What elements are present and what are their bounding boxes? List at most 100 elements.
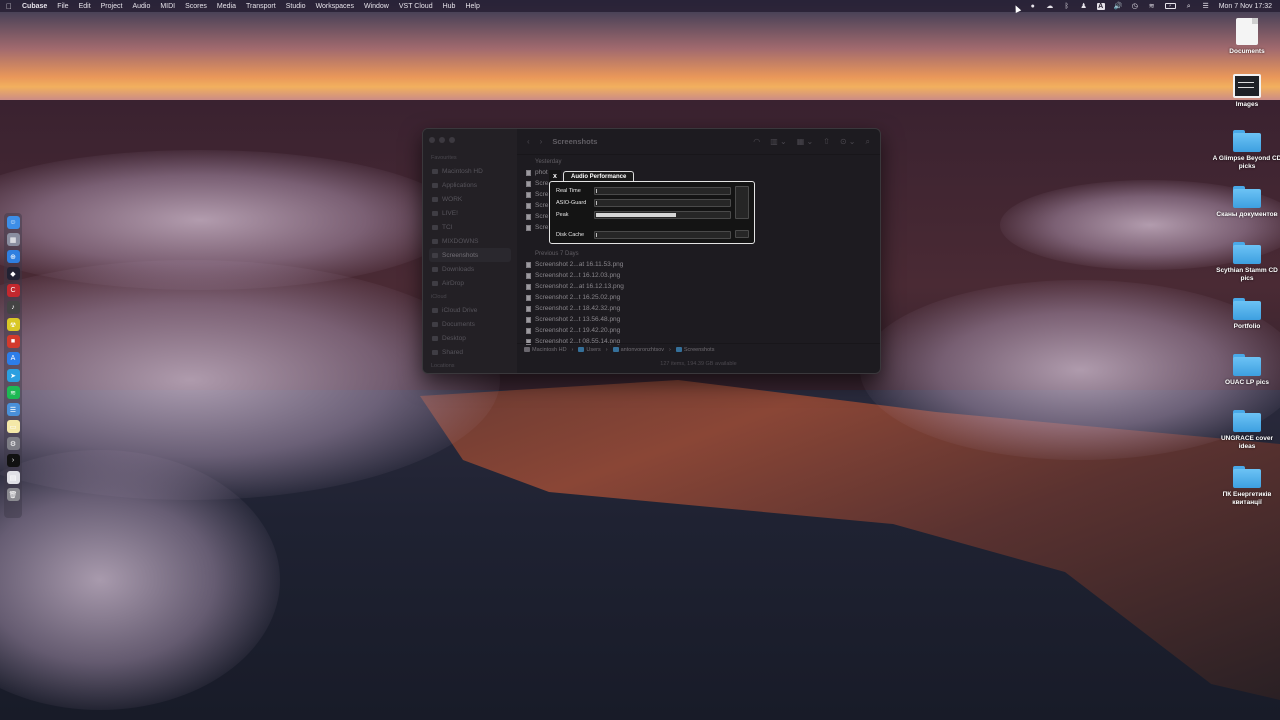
folder-icon <box>432 224 438 230</box>
forward-icon[interactable]: › <box>540 137 543 146</box>
sidebar-item[interactable]: AirDrop <box>429 276 511 290</box>
safari-dock-icon[interactable]: ⊕ <box>6 250 20 263</box>
red-app-dock-icon[interactable]: ■ <box>6 335 20 348</box>
sidebar-item[interactable]: Shared <box>429 345 511 359</box>
desktop-item-label: A Glimpse Beyond CD picks <box>1212 155 1280 170</box>
settings-dock-icon[interactable]: ⚙ <box>6 437 20 450</box>
menu-file[interactable]: File <box>57 3 68 10</box>
preview-dock-icon[interactable]: ▤ <box>6 471 20 484</box>
app-store-dock-icon[interactable]: A <box>6 352 20 365</box>
launchpad-dock-icon[interactable]: ▦ <box>6 233 20 246</box>
audio-app-dock-icon[interactable]: ♪ <box>6 301 20 314</box>
control-center-icon[interactable]: ☰ <box>1202 3 1210 10</box>
cubase-status-icon[interactable]: ● <box>1029 3 1037 10</box>
desktop-item-image[interactable]: Images <box>1212 74 1280 109</box>
apple-icon[interactable]:  <box>6 2 12 11</box>
desktop-item-doc[interactable]: Documents <box>1212 18 1280 56</box>
sidebar-item[interactable]: LIVE! <box>429 206 511 220</box>
close-window-button[interactable] <box>429 137 435 143</box>
file-row[interactable]: Screenshot 2...t 16.25.02.png <box>517 292 880 303</box>
desktop-item-label: Scythian Stamm CD pics <box>1216 267 1278 282</box>
menu-studio[interactable]: Studio <box>286 3 306 10</box>
app-dock-icon[interactable]: ◆ <box>6 267 20 280</box>
path-item[interactable]: Screenshots <box>675 347 714 353</box>
notes-dock-icon[interactable]: ☰ <box>6 403 20 416</box>
finder-window[interactable]: Favourites Macintosh HD Applications WORK L… <box>422 128 881 374</box>
bluetooth-icon[interactable]: ᛒ <box>1063 3 1071 10</box>
app-menu-cubase[interactable]: Cubase <box>22 3 47 10</box>
terminal-dock-icon[interactable]: › <box>6 454 20 467</box>
airdrop-icon[interactable]: ◠ <box>753 137 760 146</box>
user-icon[interactable]: ♟ <box>1080 3 1088 10</box>
battery-icon[interactable]: ⚡ <box>1164 3 1176 9</box>
status-bar: 127 items, 194.39 GB available <box>660 361 737 367</box>
menu-workspaces[interactable]: Workspaces <box>316 3 354 10</box>
file-row[interactable]: Screenshot 2...t 16.12.03.png <box>517 270 880 281</box>
share-icon[interactable]: ⇧ <box>823 137 830 146</box>
radiation-dock-icon[interactable]: ☢ <box>6 318 20 331</box>
finder-dock-icon[interactable]: ☺ <box>6 216 20 229</box>
cloud-icon[interactable]: ☁ <box>1046 3 1054 10</box>
file-icon <box>526 327 531 334</box>
file-row[interactable]: Screenshot 2...t 19.42.20.png <box>517 325 880 336</box>
wifi-icon[interactable]: ≋ <box>1148 3 1156 10</box>
sidebar-item[interactable]: Documents <box>429 317 511 331</box>
desktop-item-folder[interactable]: Сканы документов <box>1212 186 1280 219</box>
sidebar-item[interactable]: WORK <box>429 192 511 206</box>
zoom-window-button[interactable] <box>449 137 455 143</box>
desktop-item-folder[interactable]: UNGRACE cover ideas <box>1212 410 1280 451</box>
path-item[interactable]: antonvoronzhtsov <box>612 347 664 353</box>
audio-performance-panel[interactable]: x Audio Performance Real Time ASIO-Guard P… <box>547 170 755 245</box>
text-input-a-icon[interactable]: A <box>1096 2 1105 10</box>
minimize-window-button[interactable] <box>439 137 445 143</box>
menu-project[interactable]: Project <box>101 3 123 10</box>
file-row[interactable]: Screenshot 2...t 13.56.48.png <box>517 314 880 325</box>
sidebar-item[interactable]: TCI <box>429 220 511 234</box>
desktop-item-folder[interactable]: Portfolio <box>1212 298 1280 331</box>
search-icon[interactable]: ⌕ <box>1185 3 1193 10</box>
desktop-item-label: UNGRACE cover ideas <box>1220 435 1273 450</box>
file-row[interactable]: Screenshot 2...at 16.12.13.png <box>517 281 880 292</box>
sidebar-item[interactable]: Macintosh HD <box>429 164 511 178</box>
spotify-dock-icon[interactable]: ≋ <box>6 386 20 399</box>
sidebar-item[interactable]: Desktop <box>429 331 511 345</box>
menu-hub[interactable]: Hub <box>443 3 456 10</box>
stickies-dock-icon[interactable]: ▭ <box>6 420 20 433</box>
group-icon[interactable]: ▦ ⌄ <box>797 137 813 146</box>
desktop-item-folder[interactable]: ПК Енергетиків квитанції <box>1212 466 1280 507</box>
folder-icon <box>432 349 438 355</box>
search-icon[interactable]: ⌕ <box>866 137 870 147</box>
menu-media[interactable]: Media <box>217 3 236 10</box>
menu-bar-clock[interactable]: Mon 7 Nov 17:32 <box>1219 3 1272 10</box>
menu-window[interactable]: Window <box>364 3 389 10</box>
menu-midi[interactable]: MIDI <box>160 3 175 10</box>
menu-vst-cloud[interactable]: VST Cloud <box>399 3 433 10</box>
menu-scores[interactable]: Scores <box>185 3 207 10</box>
path-item[interactable]: Macintosh HD <box>524 347 567 353</box>
sidebar-item[interactable]: iCloud Drive <box>429 303 511 317</box>
sidebar-item[interactable]: MIXDOWNS <box>429 234 511 248</box>
trash-dock-icon[interactable]: 🗑 <box>6 488 20 501</box>
menu-edit[interactable]: Edit <box>79 3 91 10</box>
file-row[interactable]: Screenshot 2...at 16.11.53.png <box>517 259 880 270</box>
volume-icon[interactable]: 🔊 <box>1114 3 1123 10</box>
sidebar-item[interactable]: Applications <box>429 178 511 192</box>
more-actions-icon[interactable]: ⊙ ⌄ <box>840 137 856 146</box>
sidebar-item[interactable]: Screenshots <box>429 248 511 262</box>
menu-transport[interactable]: Transport <box>246 3 276 10</box>
telegram-dock-icon[interactable]: ➤ <box>6 369 20 382</box>
menu-help[interactable]: Help <box>465 3 479 10</box>
file-row[interactable]: Screenshot 2...t 18.42.32.png <box>517 303 880 314</box>
desktop-item-folder[interactable]: OUAC LP pics <box>1212 354 1280 387</box>
time-machine-icon[interactable]: ◷ <box>1131 3 1139 10</box>
path-item[interactable]: Users <box>578 347 601 353</box>
view-columns-icon[interactable]: ▥ ⌄ <box>770 137 786 146</box>
sidebar-item[interactable]: Downloads <box>429 262 511 276</box>
desktop-item-folder[interactable]: Scythian Stamm CD pics <box>1212 242 1280 283</box>
menu-audio[interactable]: Audio <box>132 3 150 10</box>
cubase-dock-icon[interactable]: C <box>6 284 20 297</box>
back-icon[interactable]: ‹ <box>527 137 530 146</box>
chevron-right-icon: › <box>669 346 671 353</box>
desktop-item-folder[interactable]: A Glimpse Beyond CD picks <box>1212 130 1280 171</box>
sidebar-item-label: Macintosh HD <box>442 167 483 175</box>
